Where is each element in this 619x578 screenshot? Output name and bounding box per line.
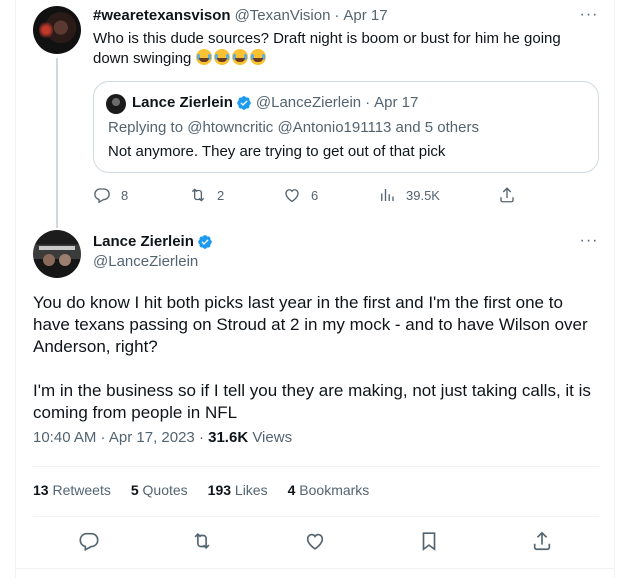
divider bbox=[33, 466, 599, 467]
retweet-button[interactable] bbox=[191, 530, 213, 552]
tweet1-share-button[interactable] bbox=[498, 186, 526, 204]
bookmark-button[interactable] bbox=[418, 530, 440, 552]
tweet2-meta: 10:40 AM · Apr 17, 2023 · 31.6K Views bbox=[33, 429, 292, 446]
quoted-tweet[interactable]: Lance Zierlein @LanceZierlein · Apr 17 R… bbox=[93, 81, 599, 173]
tweet2-views-count: 31.6K bbox=[208, 429, 249, 446]
avatar-lancezierlein[interactable] bbox=[33, 230, 81, 278]
tweet2-paragraph-2: I'm in the business so if I tell you the… bbox=[33, 381, 591, 422]
tweet2-timestamp[interactable]: 10:40 AM · Apr 17, 2023 · bbox=[33, 429, 204, 446]
reply-icon bbox=[79, 532, 99, 552]
tweet2-more-icon[interactable]: ··· bbox=[579, 233, 599, 255]
tweet1-retweet-button[interactable]: 2 bbox=[189, 186, 224, 204]
tweet1-views-button[interactable]: 39.5K bbox=[378, 186, 440, 204]
stat-likes[interactable]: 193 Likes bbox=[208, 482, 268, 498]
stat-retweets[interactable]: 13 Retweets bbox=[33, 482, 111, 498]
tweet1-text: Who is this dude sources? Draft night is… bbox=[93, 29, 583, 69]
thread-connector-line bbox=[56, 58, 58, 228]
tweet1-view-count: 39.5K bbox=[406, 187, 440, 203]
stat-bookmarks[interactable]: 4 Bookmarks bbox=[288, 482, 370, 498]
tweet1-more-icon[interactable]: ··· bbox=[579, 7, 599, 29]
reply-button[interactable] bbox=[78, 530, 100, 552]
tweet1-action-bar: 8 2 6 39.5K bbox=[93, 186, 523, 206]
retweet-icon bbox=[194, 532, 210, 550]
quoted-handle: @LanceZierlein bbox=[255, 94, 362, 111]
laughing-emoji-icon bbox=[213, 49, 230, 65]
tweet2-name-row: Lance Zierlein bbox=[93, 233, 213, 250]
tweet1-date[interactable]: Apr 17 bbox=[343, 7, 387, 24]
stat-quotes[interactable]: 5 Quotes bbox=[131, 482, 188, 498]
tweet2-handle[interactable]: @LanceZierlein bbox=[93, 253, 198, 270]
tweet2-display-name[interactable]: Lance Zierlein bbox=[93, 233, 194, 250]
quoted-header: Lance Zierlein @LanceZierlein · Apr 17 bbox=[132, 94, 418, 111]
heart-icon bbox=[306, 533, 324, 550]
tweet2-action-bar bbox=[33, 530, 599, 554]
views-chart-icon bbox=[381, 189, 394, 201]
reply-icon bbox=[94, 188, 110, 204]
tweet2-stats: 13 Retweets 5 Quotes 193 Likes 4 Bookmar… bbox=[33, 482, 389, 498]
avatar-texanvision[interactable] bbox=[33, 6, 81, 54]
tweet2-handle-row: @LanceZierlein bbox=[93, 253, 198, 270]
divider bbox=[33, 516, 599, 517]
bookmark-icon bbox=[422, 532, 436, 551]
tweet1-display-name[interactable]: #wearetexansvison bbox=[93, 7, 231, 24]
tweet1-retweet-count: 2 bbox=[217, 187, 225, 203]
share-button[interactable] bbox=[531, 530, 553, 552]
tweet1-header: #wearetexansvison @TexanVision · Apr 17 bbox=[93, 7, 388, 24]
share-icon bbox=[533, 531, 551, 551]
laughing-emoji-icon bbox=[195, 49, 212, 65]
tweet1-body: Who is this dude sources? Draft night is… bbox=[93, 30, 561, 67]
like-button[interactable] bbox=[304, 530, 326, 552]
laughing-emoji-icon bbox=[231, 49, 248, 65]
tweet1-separator: · bbox=[334, 7, 340, 24]
tweet1-reply-count: 8 bbox=[121, 187, 129, 203]
tweet1-reply-button[interactable]: 8 bbox=[93, 186, 128, 204]
verified-badge-icon[interactable] bbox=[197, 234, 213, 250]
tweet1-handle[interactable]: @TexanVision bbox=[235, 7, 331, 24]
heart-icon bbox=[285, 189, 299, 203]
quoted-date: Apr 17 bbox=[374, 94, 419, 111]
quoted-replying-to: Replying to @htowncritic @Antonio191113 … bbox=[108, 119, 479, 136]
quoted-display-name: Lance Zierlein bbox=[132, 94, 233, 111]
tweet1-like-count: 6 bbox=[311, 187, 319, 203]
tweet2-paragraph-1: You do know I hit both picks last year i… bbox=[33, 293, 588, 356]
quoted-avatar bbox=[106, 94, 126, 114]
quoted-separator: · bbox=[365, 94, 371, 111]
share-icon bbox=[500, 187, 514, 203]
laughing-emoji-icon bbox=[249, 49, 266, 65]
tweet1-like-button[interactable]: 6 bbox=[283, 186, 318, 204]
divider bbox=[15, 568, 615, 569]
tweet2-text: You do know I hit both picks last year i… bbox=[33, 292, 603, 424]
tweet2-views-label: Views bbox=[252, 429, 293, 446]
quoted-text: Not anymore. They are trying to get out … bbox=[108, 143, 446, 160]
verified-badge-icon bbox=[236, 95, 252, 111]
retweet-icon bbox=[191, 188, 205, 202]
